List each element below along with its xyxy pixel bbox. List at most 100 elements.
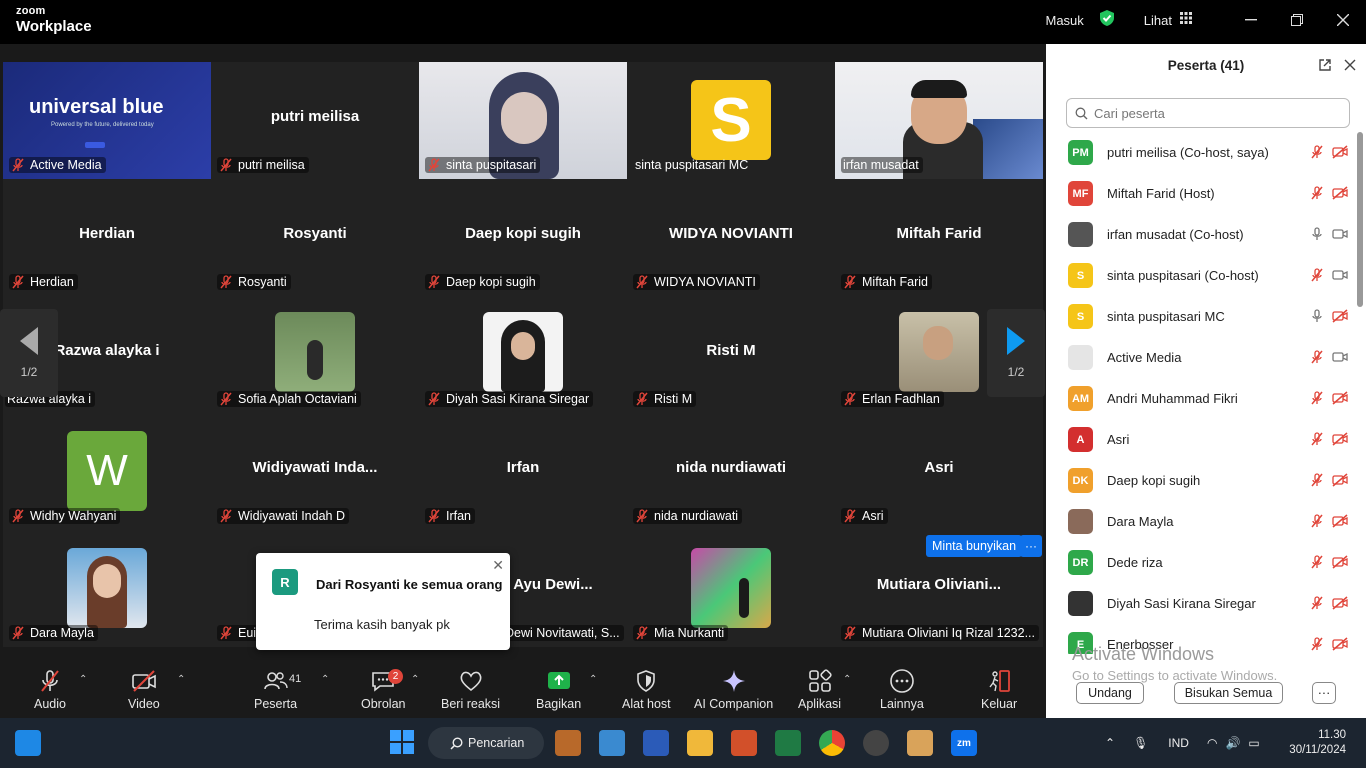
video-tile[interactable]: Widiyawati Inda... Widiyawati Indah D bbox=[211, 413, 419, 530]
video-tile[interactable]: W Widhy Wahyani bbox=[3, 413, 211, 530]
participant-row[interactable]: Ssinta puspitasari (Co-host) bbox=[1046, 255, 1356, 296]
mute-all-button[interactable]: Bisukan Semua bbox=[1174, 682, 1283, 704]
muted-mic-icon[interactable] bbox=[1310, 596, 1324, 613]
participants-options-caret[interactable]: ⌃ bbox=[321, 674, 329, 685]
video-tile[interactable]: Dara Mayla bbox=[3, 530, 211, 647]
close-icon[interactable] bbox=[1344, 58, 1356, 75]
participant-row[interactable]: PM putri meilisa (Co-host, saya) bbox=[1046, 132, 1356, 173]
leave-button[interactable]: Keluar bbox=[981, 668, 1017, 711]
chat-notification[interactable]: R Dari Rosyanti ke semua orang Terima ka… bbox=[256, 553, 510, 650]
participant-row[interactable]: Diyah Sasi Kirana Siregar bbox=[1046, 583, 1356, 624]
video-tile[interactable]: WIDYA NOVIANTI WIDYA NOVIANTI bbox=[627, 179, 835, 296]
muted-mic-icon[interactable] bbox=[1310, 432, 1324, 449]
windows-start-icon[interactable] bbox=[390, 730, 416, 756]
video-off-icon[interactable] bbox=[1332, 473, 1348, 490]
participant-row[interactable]: MF Miftah Farid (Host) bbox=[1046, 173, 1356, 214]
language-indicator[interactable]: IND bbox=[1168, 736, 1189, 750]
participant-row[interactable]: DK Daep kopi sugih bbox=[1046, 460, 1356, 501]
game-app-icon[interactable] bbox=[555, 730, 581, 756]
battery-icon[interactable]: ▭ bbox=[1248, 736, 1259, 750]
muted-mic-icon[interactable] bbox=[1310, 514, 1324, 531]
file-explorer-icon[interactable] bbox=[687, 730, 713, 756]
video-off-icon[interactable] bbox=[1332, 309, 1348, 326]
participant-row[interactable]: Active Media bbox=[1046, 337, 1356, 378]
video-off-icon[interactable] bbox=[1332, 637, 1348, 654]
video-options-caret[interactable]: ⌃ bbox=[177, 674, 185, 685]
wifi-icon[interactable]: ◠ bbox=[1207, 736, 1217, 750]
video-tile[interactable]: putri meilisa putri meilisa bbox=[211, 62, 419, 179]
taskbar-search[interactable]: Pencarian bbox=[428, 727, 544, 759]
participant-row[interactable]: DR Dede riza bbox=[1046, 542, 1356, 583]
audio-options-caret[interactable]: ⌃ bbox=[79, 674, 87, 685]
widgets-icon[interactable] bbox=[15, 730, 41, 756]
video-tile[interactable]: Mia Nurkanti bbox=[627, 530, 835, 647]
video-tile[interactable]: nida nurdiawati nida nurdiawati bbox=[627, 413, 835, 530]
video-off-icon[interactable] bbox=[1332, 186, 1348, 203]
restore-icon[interactable] bbox=[1274, 0, 1320, 40]
muted-mic-icon[interactable] bbox=[1310, 186, 1324, 203]
video-off-icon[interactable] bbox=[1332, 596, 1348, 613]
chevron-up-icon[interactable]: ⌃ bbox=[1105, 736, 1115, 750]
share-button[interactable]: Bagikan bbox=[536, 668, 581, 711]
minimize-icon[interactable] bbox=[1228, 0, 1274, 40]
react-button[interactable]: Beri reaksi bbox=[441, 668, 500, 711]
video-off-icon[interactable] bbox=[1332, 514, 1348, 531]
video-tile[interactable]: S sinta puspitasari MC bbox=[627, 62, 835, 179]
scrollbar[interactable] bbox=[1357, 132, 1363, 307]
powerpoint-icon[interactable] bbox=[731, 730, 757, 756]
clock[interactable]: 11.30 30/11/2024 bbox=[1289, 728, 1346, 758]
mic-icon[interactable] bbox=[1310, 227, 1324, 244]
mic-icon[interactable] bbox=[1310, 309, 1324, 326]
video-tile[interactable]: Miftah Farid Miftah Farid bbox=[835, 179, 1043, 296]
video-tile[interactable]: Irfan Irfan bbox=[419, 413, 627, 530]
participant-row[interactable]: A Asri bbox=[1046, 419, 1356, 460]
video-tile[interactable]: Herdian Herdian bbox=[3, 179, 211, 296]
signin-link[interactable]: Masuk bbox=[1046, 13, 1084, 28]
chrome-icon[interactable] bbox=[819, 730, 845, 756]
video-icon[interactable] bbox=[1332, 268, 1348, 285]
zoom-taskbar-icon[interactable]: zm bbox=[951, 730, 977, 756]
video-tile[interactable]: universal blue Powered by the future, de… bbox=[3, 62, 211, 179]
media-app-icon[interactable] bbox=[907, 730, 933, 756]
pop-out-icon[interactable] bbox=[1318, 58, 1332, 75]
video-button[interactable]: Video bbox=[128, 668, 160, 711]
chat-options-caret[interactable]: ⌃ bbox=[411, 674, 419, 685]
request-unmute-button[interactable]: Minta bunyikan bbox=[926, 535, 1023, 557]
video-off-icon[interactable] bbox=[1332, 391, 1348, 408]
video-icon[interactable] bbox=[1332, 350, 1348, 367]
muted-mic-icon[interactable] bbox=[1310, 555, 1324, 572]
close-icon[interactable]: ✕ bbox=[492, 557, 504, 574]
apps-button[interactable]: Aplikasi bbox=[798, 668, 841, 711]
muted-mic-icon[interactable] bbox=[1310, 350, 1324, 367]
apps-options-caret[interactable]: ⌃ bbox=[843, 674, 851, 685]
video-off-icon[interactable] bbox=[1332, 432, 1348, 449]
video-tile[interactable]: Asri Asri bbox=[835, 413, 1043, 530]
ai-companion-button[interactable]: AI Companion bbox=[694, 668, 773, 711]
participant-row[interactable]: irfan musadat (Co-host) bbox=[1046, 214, 1356, 255]
grid-icon[interactable] bbox=[1180, 11, 1192, 29]
view-menu[interactable]: Lihat bbox=[1144, 13, 1172, 28]
mic-icon[interactable]: 🎙 bbox=[1133, 736, 1148, 750]
excel-icon[interactable] bbox=[775, 730, 801, 756]
tile-more-button[interactable]: ··· bbox=[1020, 535, 1042, 557]
participant-row[interactable]: Ssinta puspitasari MC bbox=[1046, 296, 1356, 337]
video-tile-active-speaker[interactable]: irfan musadat bbox=[835, 62, 1043, 179]
close-window-icon[interactable] bbox=[1320, 0, 1366, 40]
video-icon[interactable] bbox=[1332, 227, 1348, 244]
participant-row[interactable]: AM Andri Muhammad Fikri bbox=[1046, 378, 1356, 419]
panel-more-button[interactable]: ··· bbox=[1312, 682, 1336, 704]
muted-mic-icon[interactable] bbox=[1310, 637, 1324, 654]
video-tile[interactable]: Daep kopi sugih Daep kopi sugih bbox=[419, 179, 627, 296]
volume-icon[interactable]: 🔊 bbox=[1225, 736, 1240, 750]
word-icon[interactable] bbox=[643, 730, 669, 756]
video-tile[interactable]: Risti M Risti M bbox=[627, 296, 835, 413]
muted-mic-icon[interactable] bbox=[1310, 473, 1324, 490]
video-tile[interactable]: Rosyanti Rosyanti bbox=[211, 179, 419, 296]
video-off-icon[interactable] bbox=[1332, 145, 1348, 162]
next-page-button[interactable]: 1/2 bbox=[987, 309, 1045, 397]
muted-mic-icon[interactable] bbox=[1310, 391, 1324, 408]
previous-page-button[interactable]: 1/2 bbox=[0, 309, 58, 397]
participant-row[interactable]: Dara Mayla bbox=[1046, 501, 1356, 542]
muted-mic-icon[interactable] bbox=[1310, 268, 1324, 285]
search-input[interactable]: Cari peserta bbox=[1066, 98, 1350, 128]
